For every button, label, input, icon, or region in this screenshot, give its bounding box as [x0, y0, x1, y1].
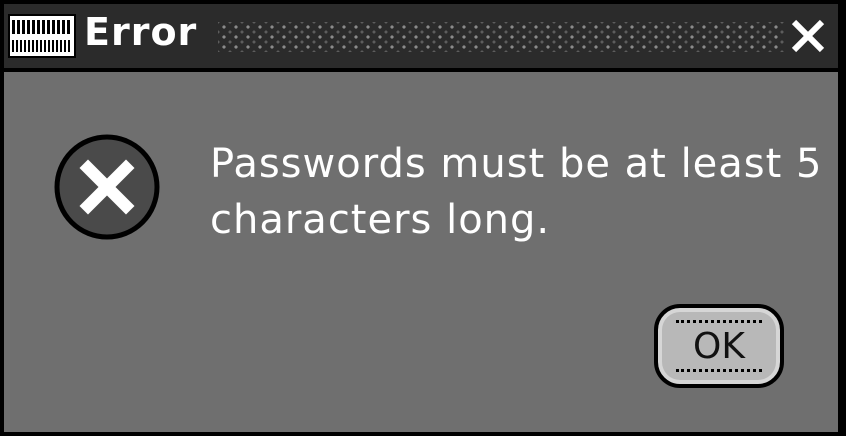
- ok-button-label: OK: [676, 320, 762, 372]
- error-message: Passwords must be at least 5 characters …: [210, 136, 830, 248]
- dialog-title: Error: [84, 10, 198, 54]
- ok-button[interactable]: OK: [654, 304, 784, 388]
- application-logo-icon: [8, 14, 76, 58]
- close-icon[interactable]: [788, 16, 828, 56]
- error-x-icon: [52, 132, 162, 242]
- title-bar[interactable]: Error: [4, 4, 838, 72]
- title-bar-texture: [218, 22, 786, 52]
- error-dialog: Error Passwords must be at least 5 chara…: [0, 0, 846, 436]
- error-message-line-2: characters long.: [210, 197, 551, 243]
- error-message-line-1: Passwords must be at least 5: [210, 141, 823, 187]
